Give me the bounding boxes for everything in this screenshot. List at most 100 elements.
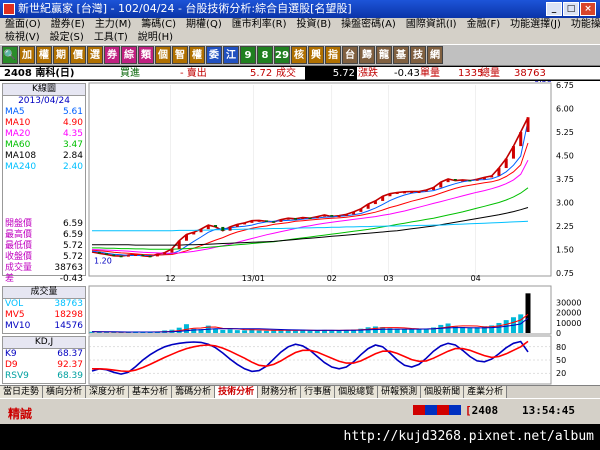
price-tick-label: 6.00 [556, 105, 574, 114]
toolbar-button-20[interactable]: 台 [342, 46, 358, 64]
toolbar-button-15[interactable]: 8 [257, 46, 273, 64]
toolbar-button-6[interactable]: 券 [104, 46, 120, 64]
tab-5[interactable]: 技術分析 [215, 386, 259, 398]
toolbar-button-7[interactable]: 綜 [121, 46, 137, 64]
candle [446, 179, 450, 183]
toolbar-button-1[interactable]: 加 [19, 46, 35, 64]
toolbar-button-17[interactable]: 核 [291, 46, 307, 64]
window-title: 新世紀贏家 [台灣] - 102/04/24 - 台股技術分析:綜合自選股[名望… [18, 2, 352, 15]
toolbar-button-16[interactable]: 29 [274, 46, 290, 64]
date-tick-label: 04 [471, 274, 481, 283]
toolbar-button-12[interactable]: 委 [206, 46, 222, 64]
candle [206, 225, 210, 230]
menu-row1-item-8[interactable]: 國際資訊(I) [401, 18, 462, 31]
toolbar-button-25[interactable]: 網 [427, 46, 443, 64]
watermark-url: http://kujd3268.pixnet.net/album [0, 424, 600, 450]
menu-row1-item-4[interactable]: 期權(Q) [181, 18, 227, 31]
close-button[interactable]: × [580, 2, 596, 16]
toolbar-button-24[interactable]: 技 [410, 46, 426, 64]
change-label: 漲跌 [358, 68, 378, 79]
tab-0[interactable]: 當日走勢 [0, 386, 44, 398]
toolbar-button-21[interactable]: 歸 [359, 46, 375, 64]
toolbar-button-13[interactable]: 江 [223, 46, 239, 64]
clock: 13:54:45 [522, 404, 575, 417]
minimize-button[interactable]: _ [546, 2, 562, 16]
menu-row1-item-1[interactable]: 證券(E) [46, 18, 90, 31]
candle [330, 215, 334, 217]
toolbar-button-0[interactable]: 🔍 [2, 46, 18, 64]
volume-tick-label: 30000 [556, 298, 581, 307]
kd-legend-value: 92.37 [57, 360, 83, 370]
maximize-button[interactable]: □ [563, 2, 579, 16]
date-tick-label: 02 [327, 274, 337, 283]
toolbar-button-5[interactable]: 選 [87, 46, 103, 64]
toolbar-button-9[interactable]: 個 [155, 46, 171, 64]
tab-11[interactable]: 產業分析 [464, 386, 508, 398]
tab-4[interactable]: 籌碼分析 [172, 386, 216, 398]
candle [228, 226, 232, 231]
candle [490, 175, 494, 178]
menu-row2-item-2[interactable]: 工具(T) [89, 31, 133, 44]
candle [170, 248, 174, 253]
tab-3[interactable]: 基本分析 [129, 386, 173, 398]
volume-legend-row: MV10 14576 [3, 321, 85, 332]
menu-row1-item-7[interactable]: 操盤密碼(A) [336, 18, 401, 31]
menu-row1-item-11[interactable]: 功能操作(D) [566, 18, 600, 31]
menu-row2-item-1[interactable]: 設定(S) [45, 31, 89, 44]
ma-legend-value: 5.61 [62, 107, 83, 117]
ma-legend-value: 2.40 [62, 162, 83, 172]
candle [373, 200, 377, 205]
menu-row1-item-5[interactable]: 匯市利率(R) [227, 18, 292, 31]
volume-bar [336, 330, 342, 333]
menu-row1-item-0[interactable]: 盤面(O) [0, 18, 46, 31]
menu-row1-item-10[interactable]: 功能選擇(J) [505, 18, 566, 31]
menu-row2-item-3[interactable]: 說明(H) [133, 31, 178, 44]
toolbar-button-14[interactable]: 9 [240, 46, 256, 64]
candle [315, 216, 319, 219]
symbol-label: 2408 南科(日) [4, 68, 75, 79]
volume-legend-name: VOL [5, 299, 24, 309]
candle [199, 229, 203, 233]
ma-legend-value: 4.35 [62, 129, 83, 139]
ma-legend-row: MA20 4.35 [3, 129, 85, 140]
chart-area[interactable]: 0.75 1.50 2.25 3.00 3.75 4.50 5.25 6.00 6.75 12 13… [0, 75, 600, 385]
legend-title: K線圖 [3, 84, 85, 96]
ohlc-legend-value: 6.59 [62, 219, 83, 229]
price-tick-label: 4.50 [556, 152, 574, 161]
menu-row2-item-0[interactable]: 檢視(V) [0, 31, 45, 44]
tab-2[interactable]: 深度分析 [86, 386, 130, 398]
menu-bar: 盤面(O) 證券(E) 主力(M) 籌碼(C) 期權(Q) 匯市利率(R) 投資(B) 操盤密… [0, 18, 600, 44]
toolbar-button-18[interactable]: 興 [308, 46, 324, 64]
volume-legend-name: MV10 [5, 321, 31, 331]
toolbar-button-11[interactable]: 權 [189, 46, 205, 64]
ohlc-legend-name: 成交量 [5, 263, 33, 273]
toolbar-button-10[interactable]: 智 [172, 46, 188, 64]
volume-legend-row: MV5 18298 [3, 310, 85, 321]
toolbar-button-22[interactable]: 龍 [376, 46, 392, 64]
tab-1[interactable]: 橫向分析 [43, 386, 87, 398]
ohlc-legend-row: 差 -0.43 [3, 274, 85, 285]
tab-10[interactable]: 個股新聞 [421, 386, 465, 398]
kd-tick-label: 50 [556, 356, 566, 365]
toolbar-button-4[interactable]: 價 [70, 46, 86, 64]
menu-row1-item-9[interactable]: 金融(F) [462, 18, 506, 31]
menu-row1-item-6[interactable]: 投資(B) [292, 18, 337, 31]
candle [214, 225, 218, 227]
toolbar-button-2[interactable]: 權 [36, 46, 52, 64]
tab-7[interactable]: 行事曆 [301, 386, 336, 398]
volume-bar [409, 329, 415, 333]
brand-logo: 精誠 [8, 407, 33, 421]
ma-legend-value: 2.84 [62, 151, 83, 161]
tab-8[interactable]: 個股總覽 [335, 386, 379, 398]
menu-row1-item-3[interactable]: 籌碼(C) [136, 18, 181, 31]
volume-bar [285, 330, 291, 333]
tab-9[interactable]: 研報預測 [378, 386, 422, 398]
toolbar-button-8[interactable]: 類 [138, 46, 154, 64]
toolbar-button-3[interactable]: 期 [53, 46, 69, 64]
toolbar-button-23[interactable]: 基 [393, 46, 409, 64]
toolbar-button-19[interactable]: 指 [325, 46, 341, 64]
quote-bar: 2408 南科(日) 買進 - 賣出 5.72 成交 5.72 漲跌 -0.43… [0, 67, 600, 80]
tab-6[interactable]: 財務分析 [258, 386, 302, 398]
ohlc-legend-row: 成交量 38763 [3, 263, 85, 274]
menu-row1-item-2[interactable]: 主力(M) [90, 18, 136, 31]
